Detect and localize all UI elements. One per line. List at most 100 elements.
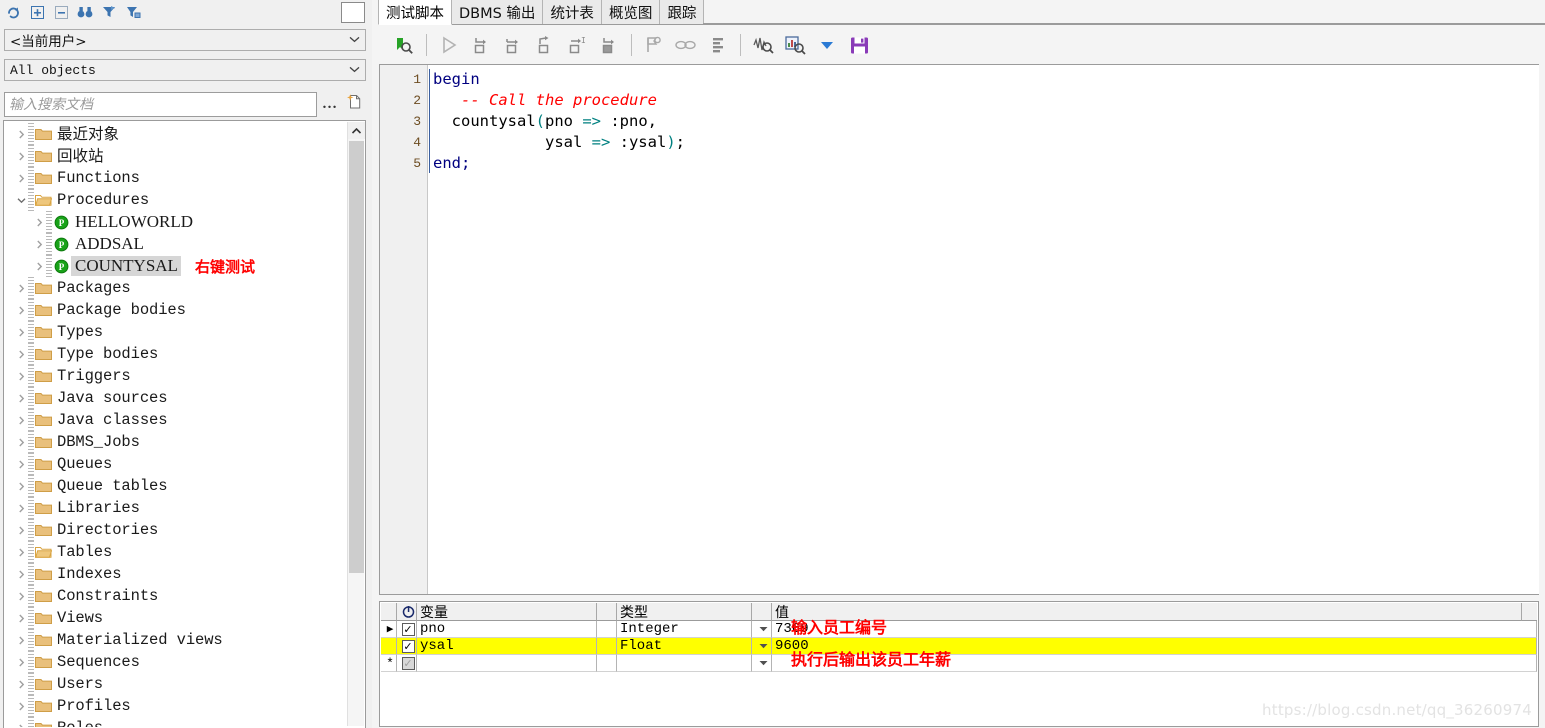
tree-item-queues[interactable]: Queues [4,453,348,475]
chevron-down-icon[interactable] [14,196,28,205]
breakpoints-icon[interactable] [638,30,670,60]
tree-item-materialized-views[interactable]: Materialized views [4,629,348,651]
view-links-icon[interactable] [670,30,702,60]
header-variable[interactable]: 变量 [417,603,597,621]
tab-3[interactable]: 统计表 [542,0,602,24]
cell-variable[interactable]: ysal [417,638,597,655]
chevron-right-icon[interactable] [14,152,28,161]
search-input[interactable]: 输入搜索文档 [4,91,317,117]
run-icon[interactable] [433,30,465,60]
tree-item-java-sources[interactable]: Java sources [4,387,348,409]
type-dropdown-arrow-icon[interactable] [752,621,772,638]
filter-icon[interactable] [98,2,120,22]
dropdown-arrow-icon[interactable] [811,30,843,60]
search-more-button[interactable]: … [317,96,343,113]
tree-item-packages[interactable]: Packages [4,277,348,299]
tab-1[interactable]: 测试脚本 [378,0,452,25]
collapse-all-icon[interactable] [50,2,72,22]
tab-5[interactable]: 跟踪 [659,0,705,24]
tree-item-dbms-jobs[interactable]: DBMS_Jobs [4,431,348,453]
step-into-icon[interactable] [465,30,497,60]
table-row[interactable]: ▶ ✓ pno Integer 7369 [381,621,1537,638]
table-row[interactable]: * ✓ [381,655,1537,672]
filter-edit-icon[interactable] [122,2,144,22]
type-dropdown-arrow-icon[interactable] [752,655,772,672]
chevron-right-icon[interactable] [14,350,28,359]
find-icon[interactable] [74,2,96,22]
scroll-up-arrow-icon[interactable] [348,122,365,139]
save-icon[interactable] [843,30,875,60]
tree-item-roles[interactable]: Roles [4,717,348,727]
step-over-icon[interactable] [497,30,529,60]
chevron-right-icon[interactable] [14,526,28,535]
cell-type[interactable]: Float [617,638,752,655]
header-variable-resize[interactable] [597,603,617,621]
cell-variable[interactable] [417,655,597,672]
sql-editor[interactable]: 1 2 3 4 5 begin -- Call the procedure county… [379,64,1539,595]
tree-item-type-bodies[interactable]: Type bodies [4,343,348,365]
chevron-right-icon[interactable] [14,482,28,491]
checkbox-icon[interactable]: ✓ [401,639,415,653]
tree-item-countysal[interactable]: P COUNTYSAL 右键测试 [4,255,348,277]
row-enabled-checkbox[interactable]: ✓ [397,638,417,655]
chevron-right-icon[interactable] [14,592,28,601]
check-syntax-icon[interactable] [388,30,420,60]
tree-item-views[interactable]: Views [4,607,348,629]
tree-item-types[interactable]: Types [4,321,348,343]
explain-plan-icon[interactable] [779,30,811,60]
header-type-resize[interactable] [752,603,772,621]
call-stack-icon[interactable] [702,30,734,60]
row-enabled-checkbox[interactable]: ✓ [397,621,417,638]
tree-item-indexes[interactable]: Indexes [4,563,348,585]
tab-4[interactable]: 概览图 [600,0,661,24]
chevron-right-icon[interactable] [14,724,28,727]
chevron-right-icon[interactable] [14,174,28,183]
tree-item-constraints[interactable]: Constraints [4,585,348,607]
header-type[interactable]: 类型 [617,603,752,621]
chevron-right-icon[interactable] [14,306,28,315]
chevron-right-icon[interactable] [14,438,28,447]
browser-blank-button[interactable] [341,2,365,23]
tree-item-directories[interactable]: Directories [4,519,348,541]
checkbox-icon[interactable]: ✓ [401,656,415,670]
tree-item-[interactable]: 最近对象 [4,123,348,145]
run-to-exception-icon[interactable] [593,30,625,60]
row-enabled-checkbox[interactable]: ✓ [397,655,417,672]
current-user-combo[interactable]: <当前用户> [4,29,366,51]
cell-type[interactable]: Integer [617,621,752,638]
tree-item-queue-tables[interactable]: Queue tables [4,475,348,497]
chevron-right-icon[interactable] [14,372,28,381]
run-to-next-icon[interactable]: I [561,30,593,60]
chevron-right-icon[interactable] [14,702,28,711]
tree-item-triggers[interactable]: Triggers [4,365,348,387]
checkbox-icon[interactable]: ✓ [401,622,415,636]
tree-item-java-classes[interactable]: Java classes [4,409,348,431]
chevron-down-icon[interactable] [343,65,365,76]
tree-item-tables[interactable]: Tables [4,541,348,563]
chevron-right-icon[interactable] [32,240,46,249]
table-row[interactable]: ✓ ysal Float 9600 [381,638,1537,655]
code-area[interactable]: begin -- Call the procedure countysal(pn… [429,65,1539,594]
cell-type[interactable] [617,655,752,672]
object-filter-combo[interactable]: All objects [4,59,366,81]
object-tree[interactable]: 最近对象 回收站 Functions Procedures P HELLOWORLD P AD… [4,121,348,727]
chevron-right-icon[interactable] [14,504,28,513]
chevron-right-icon[interactable] [14,548,28,557]
refresh-icon[interactable] [2,2,24,22]
step-out-icon[interactable] [529,30,561,60]
chevron-right-icon[interactable] [14,460,28,469]
chevron-right-icon[interactable] [14,614,28,623]
tree-item-users[interactable]: Users [4,673,348,695]
tree-item-package-bodies[interactable]: Package bodies [4,299,348,321]
expand-all-icon[interactable] [26,2,48,22]
chevron-right-icon[interactable] [14,636,28,645]
tree-item-helloworld[interactable]: P HELLOWORLD [4,211,348,233]
tree-vertical-scrollbar[interactable] [347,122,365,726]
tree-item-profiles[interactable]: Profiles [4,695,348,717]
tree-item-libraries[interactable]: Libraries [4,497,348,519]
variables-inspect-icon[interactable] [747,30,779,60]
type-dropdown-arrow-icon[interactable] [752,638,772,655]
tree-item-[interactable]: 回收站 [4,145,348,167]
tab-2[interactable]: DBMS 输出 [451,0,544,24]
chevron-right-icon[interactable] [14,130,28,139]
